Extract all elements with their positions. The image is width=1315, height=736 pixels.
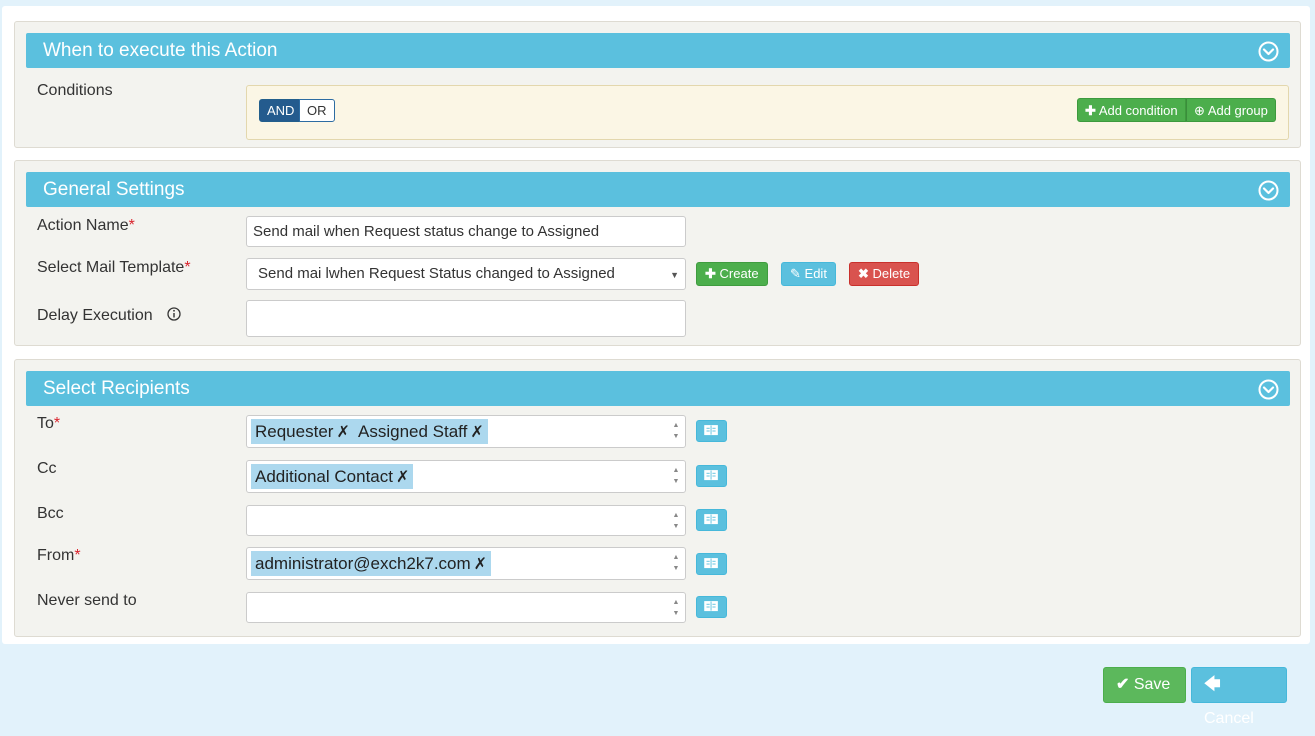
create-template-button[interactable]: ✚ Create: [696, 262, 768, 286]
save-label: Save: [1133, 676, 1171, 693]
plus-icon: ✚: [1085, 103, 1096, 118]
general-panel-title: General Settings: [43, 179, 185, 200]
save-button[interactable]: ✔ Save: [1103, 667, 1186, 703]
to-label: To*: [37, 415, 60, 433]
remove-tag-icon[interactable]: ✗: [474, 556, 487, 573]
general-panel: General Settings Action Name* Send mail …: [14, 160, 1301, 346]
arrow-left-icon: 🡄: [1204, 676, 1221, 693]
from-sender-field[interactable]: administrator@exch2k7.com ✗ ▲ ▼: [246, 547, 686, 580]
cancel-button[interactable]: 🡄 Cancel: [1191, 667, 1287, 727]
address-book-button[interactable]: [696, 509, 727, 531]
remove-tag-icon[interactable]: ✗: [470, 424, 483, 441]
recipient-tag: Additional Contact ✗: [251, 464, 414, 489]
sender-tag-label: administrator@exch2k7.com: [255, 554, 471, 573]
conditions-builder: AND OR ✚ Add condition ⊕ Add group: [246, 85, 1289, 140]
edit-icon: ✎: [790, 266, 801, 281]
edit-template-button[interactable]: ✎ Edit: [781, 262, 836, 286]
cc-recipients-field[interactable]: Additional Contact ✗ ▲ ▼: [246, 460, 686, 493]
delay-label-text: Delay Execution: [37, 307, 153, 324]
recipients-panel-header[interactable]: Select Recipients: [26, 371, 1290, 406]
create-label: Create: [719, 266, 759, 281]
chevron-down-icon[interactable]: [1258, 41, 1279, 62]
recipient-tag: Requester ✗: [251, 419, 354, 444]
mail-template-select[interactable]: Send mai lwhen Request Status changed to…: [246, 258, 686, 290]
required-marker: *: [184, 259, 191, 276]
when-panel-title: When to execute this Action: [43, 40, 278, 61]
action-name-label: Action Name*: [37, 217, 135, 235]
required-marker: *: [128, 217, 135, 234]
mail-template-label-text: Select Mail Template: [37, 259, 185, 276]
recipient-tag-label: Requester: [255, 422, 334, 441]
chevron-down-icon[interactable]: [1258, 180, 1279, 201]
never-send-to-field[interactable]: ▲ ▼: [246, 592, 686, 623]
general-panel-header[interactable]: General Settings: [26, 172, 1290, 207]
edit-label: Edit: [804, 266, 827, 281]
required-marker: *: [53, 415, 61, 432]
address-book-icon: [704, 425, 718, 436]
conditions-label: Conditions: [37, 82, 113, 99]
address-book-icon: [704, 601, 718, 612]
delay-execution-input[interactable]: [246, 300, 686, 337]
action-name-label-text: Action Name: [37, 217, 129, 234]
address-book-button[interactable]: [696, 420, 727, 442]
delete-template-button[interactable]: ✖ Delete: [849, 262, 920, 286]
when-panel-header[interactable]: When to execute this Action: [26, 33, 1290, 68]
to-recipients-field[interactable]: Requester ✗ Assigned Staff ✗ ▲ ▼: [246, 415, 686, 448]
from-label-text: From: [37, 547, 75, 564]
bcc-recipients-field[interactable]: ▲ ▼: [246, 505, 686, 536]
action-name-input[interactable]: Send mail when Request status change to …: [246, 216, 686, 247]
add-group-button[interactable]: ⊕ Add group: [1186, 98, 1276, 122]
chevron-down-icon[interactable]: [1258, 379, 1279, 400]
info-icon[interactable]: [167, 307, 181, 321]
remove-tag-icon[interactable]: ✗: [396, 469, 409, 486]
plus-circle-icon: ⊕: [1194, 103, 1205, 118]
and-toggle[interactable]: AND: [259, 99, 303, 122]
to-label-text: To: [37, 415, 54, 432]
add-group-label: Add group: [1207, 103, 1268, 118]
or-toggle[interactable]: OR: [299, 99, 335, 122]
cancel-label: Cancel: [1204, 710, 1254, 727]
recipients-panel-title: Select Recipients: [43, 378, 190, 399]
mail-template-label: Select Mail Template*: [37, 259, 191, 277]
add-condition-label: Add condition: [1098, 103, 1178, 118]
action-form: When to execute this Action Conditions A…: [2, 6, 1310, 644]
recipient-tag: Assigned Staff ✗: [354, 419, 488, 444]
recipients-panel: Select Recipients To* Requester ✗ Assigne…: [14, 359, 1301, 637]
spinner-arrows-icon[interactable]: ▲ ▼: [671, 597, 681, 619]
address-book-icon: [704, 514, 718, 525]
spinner-arrows-icon[interactable]: ▲ ▼: [671, 420, 681, 442]
address-book-button[interactable]: [696, 553, 727, 575]
bcc-label: Bcc: [37, 505, 64, 522]
sender-tag: administrator@exch2k7.com ✗: [251, 551, 492, 576]
address-book-icon: [704, 558, 718, 569]
when-panel: When to execute this Action Conditions A…: [14, 21, 1301, 148]
spinner-arrows-icon[interactable]: ▲ ▼: [671, 465, 681, 487]
recipient-tag-label: Assigned Staff: [358, 422, 468, 441]
required-marker: *: [74, 547, 81, 564]
plus-icon: ✚: [705, 266, 716, 281]
add-condition-button[interactable]: ✚ Add condition: [1077, 98, 1186, 122]
from-label: From*: [37, 547, 81, 565]
spinner-arrows-icon[interactable]: ▲ ▼: [671, 552, 681, 574]
delete-label: Delete: [872, 266, 911, 281]
address-book-icon: [704, 470, 718, 481]
address-book-button[interactable]: [696, 465, 727, 487]
recipient-tag-label: Additional Contact: [255, 467, 393, 486]
close-icon: ✖: [858, 266, 869, 281]
remove-tag-icon[interactable]: ✗: [336, 424, 349, 441]
check-icon: ✔: [1116, 676, 1130, 693]
caret-down-icon: ▼: [670, 270, 679, 280]
address-book-button[interactable]: [696, 596, 727, 618]
delay-execution-label: Delay Execution: [37, 307, 181, 325]
mail-template-selected: Send mai lwhen Request Status changed to…: [258, 265, 615, 282]
never-send-to-label: Never send to: [37, 592, 137, 609]
cc-label: Cc: [37, 460, 57, 477]
spinner-arrows-icon[interactable]: ▲ ▼: [671, 510, 681, 532]
